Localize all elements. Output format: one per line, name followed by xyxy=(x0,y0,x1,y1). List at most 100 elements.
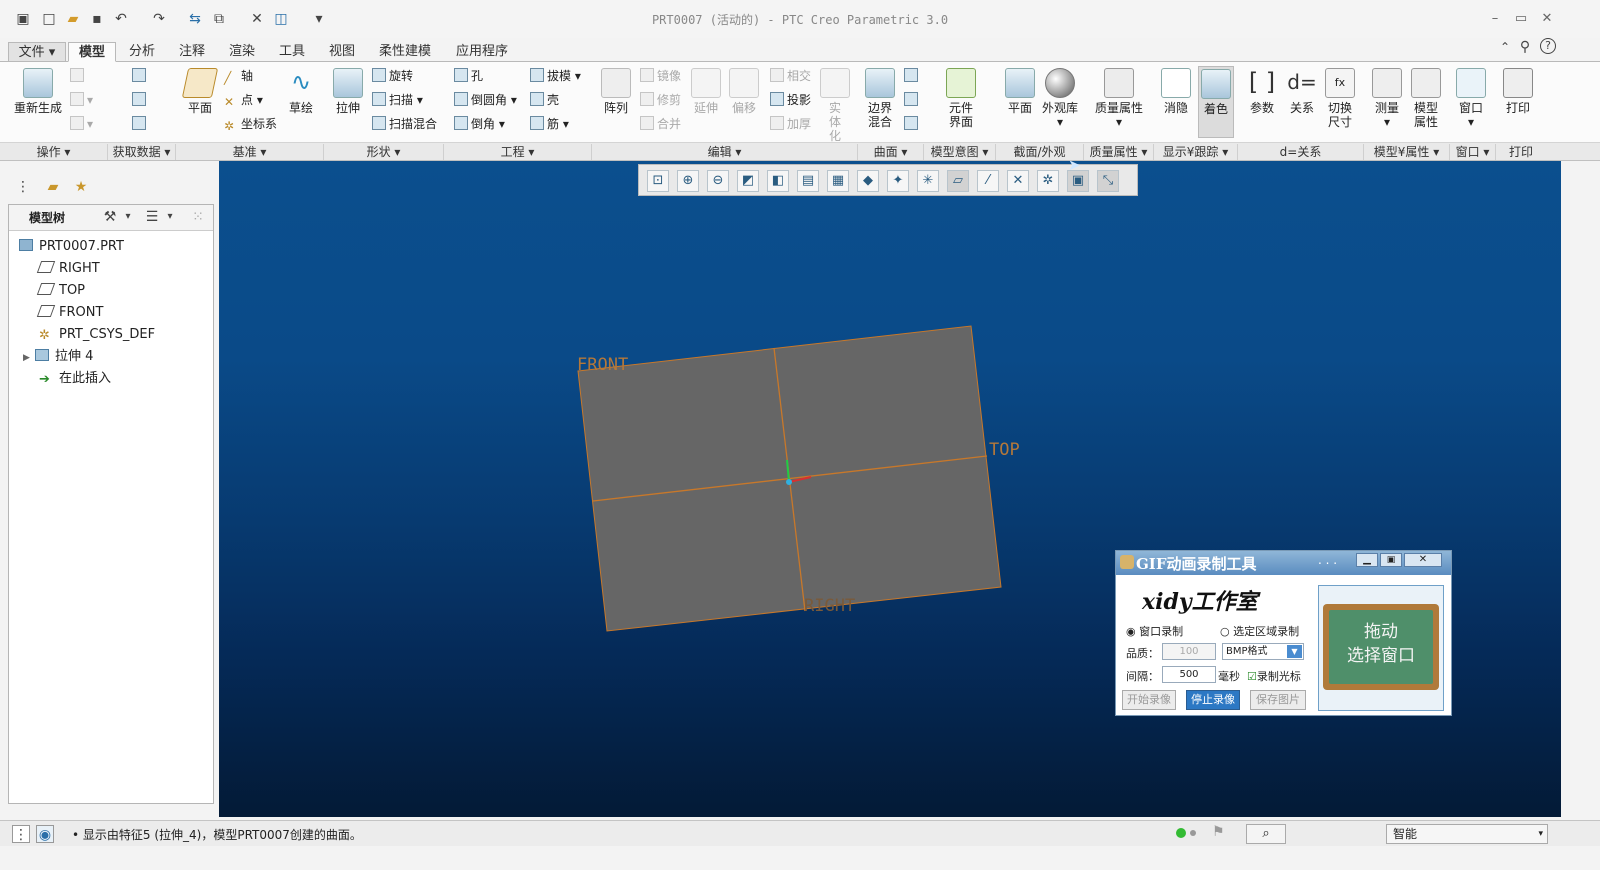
drag-select-window-target[interactable]: 拖动 选择窗口 xyxy=(1318,585,1444,711)
group-get-data[interactable]: 获取数据 ▾ xyxy=(108,144,176,160)
group-model-properties[interactable]: 模型¥属性 ▾ xyxy=(1364,144,1450,160)
repaint-icon[interactable]: ◩ xyxy=(737,170,759,192)
gif-recorder-titlebar[interactable]: GIF动画录制工具 . . . ▁ ▣ ✕ xyxy=(1116,551,1451,575)
format-select[interactable]: BMP格式 ▼ xyxy=(1222,643,1304,660)
user-defined-feature-icon[interactable] xyxy=(132,66,149,86)
interval-input[interactable]: 500 xyxy=(1162,666,1216,683)
point-button[interactable]: ✕ 点 ▾ xyxy=(224,90,263,110)
round-button[interactable]: 倒圆角 ▾ xyxy=(454,90,517,110)
regenerate-button[interactable]: 重新生成 xyxy=(12,68,64,115)
tree-item-insert-here[interactable]: ➔ 在此插入 xyxy=(39,369,111,389)
close-button[interactable]: ✕ xyxy=(1536,10,1558,28)
group-shapes[interactable]: 形状 ▾ xyxy=(324,144,444,160)
tree-item-csys[interactable]: ✲ PRT_CSYS_DEF xyxy=(39,325,155,345)
revolve-button[interactable]: 旋转 xyxy=(372,66,413,86)
mirror-button[interactable]: 镜像 xyxy=(640,66,681,86)
print-button[interactable]: 打印 xyxy=(1500,68,1536,115)
plane-display-icon[interactable]: ▱ xyxy=(947,170,969,192)
draft-button[interactable]: 拔模 ▾ xyxy=(530,66,581,86)
trim-button[interactable]: 修剪 xyxy=(640,90,681,110)
perspective-icon[interactable]: ◆ xyxy=(857,170,879,192)
hidden-line-button[interactable]: 消隐 xyxy=(1158,68,1194,115)
group-display-tracking[interactable]: 显示¥跟踪 ▾ xyxy=(1154,144,1238,160)
navigator-toggle-icon[interactable]: ⋮ xyxy=(12,825,30,843)
recorder-close-button[interactable]: ✕ xyxy=(1404,553,1442,567)
group-datum[interactable]: 基准 ▾ xyxy=(176,144,324,160)
settings-icon[interactable]: ⚒ xyxy=(101,208,119,226)
favorites-tab-icon[interactable]: ★ xyxy=(72,178,90,196)
datum-plane-button[interactable]: 平面 xyxy=(180,68,220,115)
fill-surface-icon[interactable] xyxy=(904,66,921,86)
model-tree-tab-icon[interactable]: ⋮ xyxy=(14,178,32,196)
csys-display-icon[interactable]: ✲ xyxy=(1037,170,1059,192)
chevron-down-icon[interactable]: ▼ xyxy=(1287,645,1302,658)
show-icon[interactable]: ☰ xyxy=(143,208,161,226)
chamfer-button[interactable]: 倒角 ▾ xyxy=(454,114,505,134)
recorder-maximize-button[interactable]: ▣ xyxy=(1380,553,1402,567)
csys-button[interactable]: ✲ 坐标系 xyxy=(224,114,277,134)
swept-blend-button[interactable]: 扫描混合 xyxy=(372,114,437,134)
merge-button[interactable]: 合并 xyxy=(640,114,681,134)
maximize-button[interactable]: ▭ xyxy=(1510,10,1532,28)
show-dropdown-icon[interactable]: ▾ xyxy=(161,208,179,226)
minimize-button[interactable]: – xyxy=(1484,10,1506,28)
section-plane-button[interactable]: 平面 xyxy=(1002,68,1038,115)
component-interface-button[interactable]: 元件界面 xyxy=(942,68,980,129)
group-surfaces[interactable]: 曲面 ▾ xyxy=(858,144,924,160)
group-mass-properties[interactable]: 质量属性 ▾ xyxy=(1084,144,1154,160)
intersect-button[interactable]: 相交 xyxy=(770,66,811,86)
group-print[interactable]: 打印 xyxy=(1496,144,1546,160)
spin-center-icon[interactable]: ✦ xyxy=(887,170,909,192)
model-graphics[interactable]: FRONT TOP RIGHT xyxy=(219,161,1561,817)
tab-applications[interactable]: 应用程序 xyxy=(444,42,520,62)
measure-button[interactable]: 测量 ▾ xyxy=(1368,68,1406,129)
tab-flexible-modeling[interactable]: 柔性建模 xyxy=(368,42,442,62)
stop-recording-button[interactable]: 停止录像 xyxy=(1186,690,1240,710)
project-button[interactable]: 投影 xyxy=(770,90,811,110)
tab-view[interactable]: 视图 xyxy=(318,42,366,62)
expand-arrow-icon[interactable]: ▶ xyxy=(23,348,35,368)
boundary-blend-button[interactable]: 边界混合 xyxy=(864,68,896,129)
quality-input[interactable]: 100 xyxy=(1162,643,1216,660)
tab-tools[interactable]: 工具 xyxy=(268,42,316,62)
find-icon[interactable]: ⌕ xyxy=(1246,824,1286,844)
chevron-down-icon[interactable]: ▾ xyxy=(1538,825,1543,843)
copy-geometry-icon[interactable] xyxy=(132,90,149,110)
solidify-button[interactable]: 实体化 xyxy=(820,68,850,143)
group-operations[interactable]: 操作 ▾ xyxy=(0,144,108,160)
tree-item-top[interactable]: TOP xyxy=(36,281,85,301)
axis-button[interactable]: ╱ 轴 xyxy=(224,66,253,86)
window-button[interactable]: 窗口 ▾ xyxy=(1452,68,1490,129)
saved-orientations-icon[interactable]: ▤ xyxy=(797,170,819,192)
sketch-button[interactable]: ∿ 草绘 xyxy=(282,68,320,115)
sweep-button[interactable]: 扫描 ▾ xyxy=(372,90,423,110)
help-icon[interactable]: ? xyxy=(1540,38,1556,54)
settings-dropdown-icon[interactable]: ▾ xyxy=(119,208,137,226)
point-display-icon[interactable]: ✕ xyxy=(1007,170,1029,192)
hole-button[interactable]: 孔 xyxy=(454,66,483,86)
search-icon[interactable]: ⚲ xyxy=(1516,38,1534,56)
shrinkwrap-icon[interactable] xyxy=(132,114,149,134)
paste-icon[interactable]: ▾ xyxy=(70,90,93,110)
shading-button[interactable]: 着色 xyxy=(1198,66,1234,138)
tree-item-right[interactable]: RIGHT xyxy=(36,259,100,279)
radio-region-record[interactable]: ○ 选定区域录制 xyxy=(1220,623,1299,639)
collapse-ribbon-icon[interactable]: ⌃ xyxy=(1496,38,1514,56)
freestyle-icon[interactable] xyxy=(904,90,921,110)
group-editing[interactable]: 编辑 ▾ xyxy=(592,144,858,160)
radio-window-record[interactable]: ◉ 窗口录制 xyxy=(1126,623,1183,639)
group-window[interactable]: 窗口 ▾ xyxy=(1450,144,1496,160)
view-manager-icon[interactable]: ▦ xyxy=(827,170,849,192)
tree-item-extrude[interactable]: ▶ 拉伸 4 xyxy=(23,347,93,367)
parameters-button[interactable]: [ ] 参数 xyxy=(1244,68,1280,115)
rib-button[interactable]: 筋 ▾ xyxy=(530,114,569,134)
tab-analysis[interactable]: 分析 xyxy=(118,42,166,62)
selection-filter-select[interactable]: 智能 ▾ xyxy=(1386,824,1548,844)
datum-display-icon[interactable]: ✳ xyxy=(917,170,939,192)
axis-display-icon[interactable]: ⁄ xyxy=(977,170,999,192)
style-icon[interactable] xyxy=(904,114,921,134)
recorder-minimize-button[interactable]: ▁ xyxy=(1356,553,1378,567)
thicken-button[interactable]: 加厚 xyxy=(770,114,811,134)
record-cursor-checkbox[interactable]: ☑录制光标 xyxy=(1247,668,1301,684)
pattern-button[interactable]: 阵列 xyxy=(600,68,632,115)
